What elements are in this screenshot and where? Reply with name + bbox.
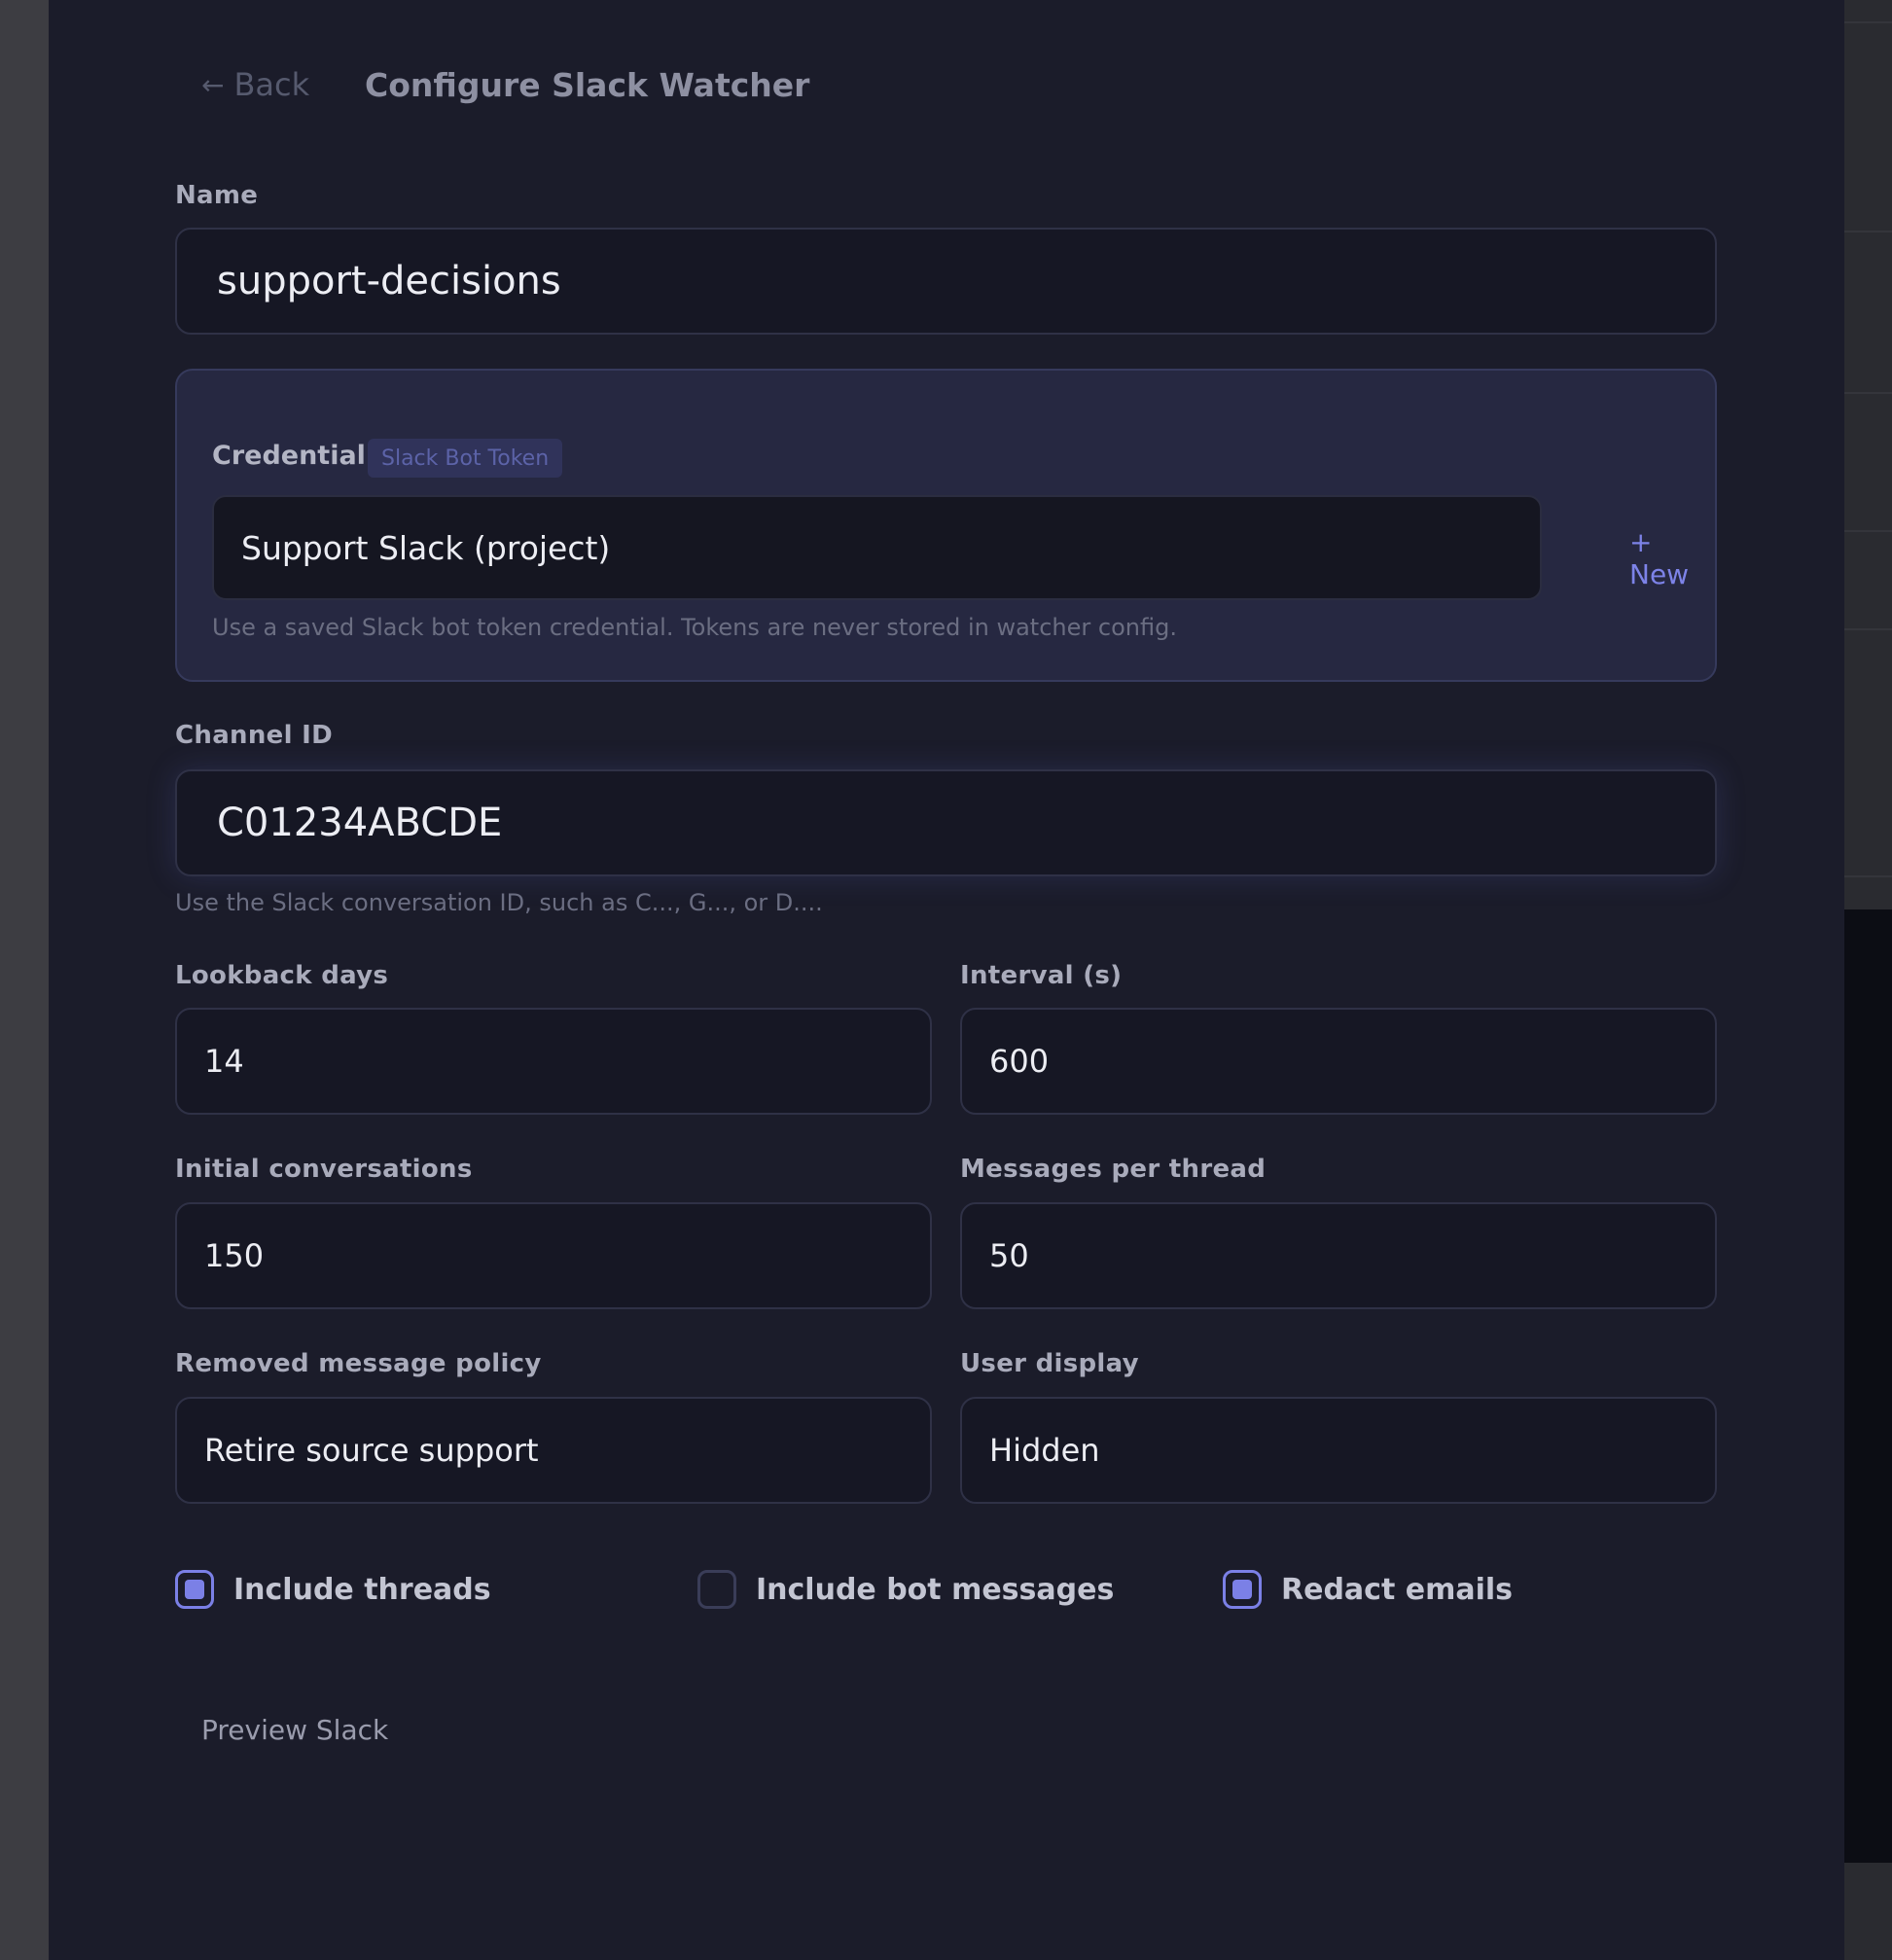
page-title: Configure Slack Watcher bbox=[365, 65, 810, 104]
initial-conversations-input[interactable]: 150 bbox=[175, 1202, 932, 1309]
channel-id-input[interactable]: C01234ABCDE bbox=[175, 769, 1717, 876]
messages-per-thread-input[interactable]: 50 bbox=[960, 1202, 1717, 1309]
user-display-label: User display bbox=[960, 1349, 1139, 1378]
redact-emails-checkbox[interactable]: Redact emails bbox=[1223, 1568, 1513, 1611]
credential-select[interactable]: Support Slack (project) bbox=[212, 495, 1542, 600]
background-dark-region bbox=[1844, 909, 1892, 1863]
name-value: support-decisions bbox=[217, 259, 561, 303]
removed-message-policy-select[interactable]: Retire source support bbox=[175, 1397, 932, 1504]
channel-id-value: C01234ABCDE bbox=[217, 801, 503, 845]
credential-label: Credential bbox=[212, 441, 366, 471]
interval-input[interactable]: 600 bbox=[960, 1008, 1717, 1115]
new-credential-button[interactable]: + New bbox=[1629, 526, 1715, 590]
channel-id-label: Channel ID bbox=[175, 721, 334, 750]
removed-message-policy-value: Retire source support bbox=[204, 1432, 539, 1469]
redact-emails-label: Redact emails bbox=[1281, 1572, 1514, 1607]
preview-slack-button[interactable]: Preview Slack bbox=[201, 1714, 388, 1746]
include-threads-checkbox[interactable]: Include threads bbox=[175, 1568, 491, 1611]
credential-help-text: Use a saved Slack bot token credential. … bbox=[212, 614, 1177, 641]
slack-watcher-modal: ← Back Configure Slack Watcher Name supp… bbox=[49, 0, 1844, 1960]
removed-message-policy-label: Removed message policy bbox=[175, 1349, 542, 1378]
lookback-days-input[interactable]: 14 bbox=[175, 1008, 932, 1115]
interval-value: 600 bbox=[989, 1043, 1050, 1080]
arrow-left-icon: ← bbox=[201, 68, 225, 101]
credential-value: Support Slack (project) bbox=[241, 528, 611, 567]
modal-header: ← Back Configure Slack Watcher bbox=[175, 60, 1717, 109]
lookback-days-value: 14 bbox=[204, 1043, 244, 1080]
checkbox-checked-icon bbox=[1223, 1570, 1262, 1609]
back-label: Back bbox=[233, 66, 310, 103]
interval-label: Interval (s) bbox=[960, 961, 1123, 990]
lookback-days-label: Lookback days bbox=[175, 961, 389, 990]
credential-type-badge: Slack Bot Token bbox=[368, 439, 563, 478]
include-bot-messages-checkbox[interactable]: Include bot messages bbox=[697, 1568, 1114, 1611]
checkbox-checked-icon bbox=[175, 1570, 214, 1609]
initial-conversations-label: Initial conversations bbox=[175, 1155, 473, 1184]
messages-per-thread-value: 50 bbox=[989, 1237, 1029, 1274]
include-threads-label: Include threads bbox=[233, 1572, 491, 1607]
name-input[interactable]: support-decisions bbox=[175, 228, 1717, 335]
background-page bbox=[1844, 0, 1892, 1960]
back-button[interactable]: ← Back bbox=[201, 60, 309, 109]
include-bot-messages-label: Include bot messages bbox=[756, 1572, 1115, 1607]
checkbox-unchecked-icon bbox=[697, 1570, 736, 1609]
name-label: Name bbox=[175, 181, 259, 210]
channel-id-help-text: Use the Slack conversation ID, such as C… bbox=[175, 889, 823, 916]
initial-conversations-value: 150 bbox=[204, 1237, 265, 1274]
messages-per-thread-label: Messages per thread bbox=[960, 1155, 1267, 1184]
user-display-value: Hidden bbox=[989, 1432, 1100, 1469]
credential-section: Credential Slack Bot Token Support Slack… bbox=[175, 369, 1717, 682]
user-display-select[interactable]: Hidden bbox=[960, 1397, 1717, 1504]
